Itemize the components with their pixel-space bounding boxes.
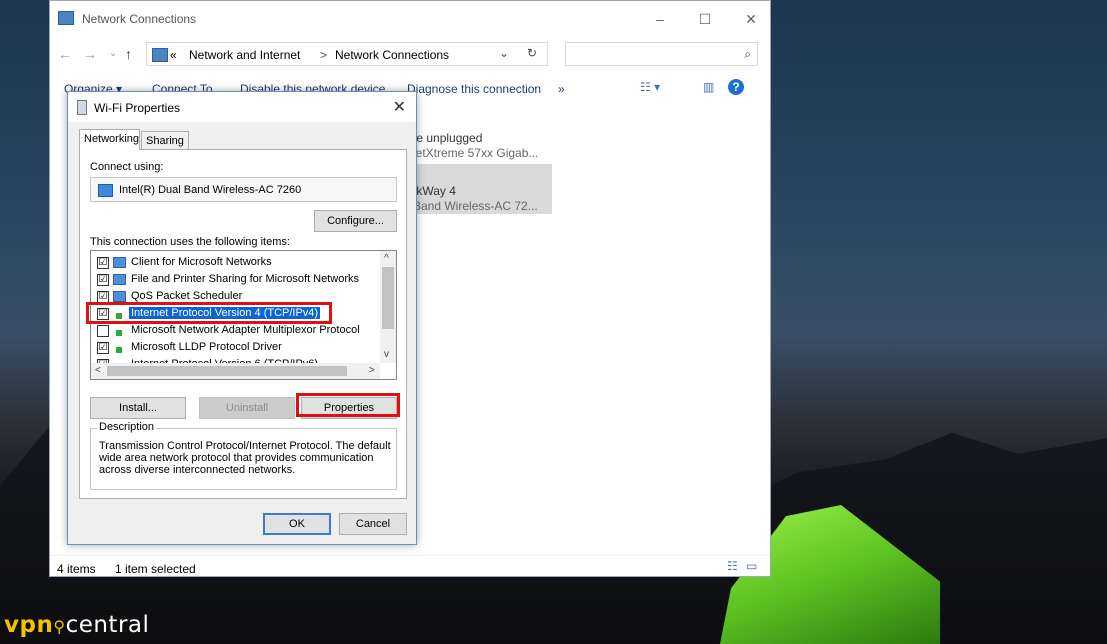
tab-networking[interactable]: Networking [79, 129, 140, 150]
item-count: 4 items [57, 562, 96, 576]
address-dropdown-chevron-icon[interactable]: ⌄ [499, 46, 509, 60]
breadcrumb-network-connections[interactable]: Network Connections [335, 48, 449, 62]
scroll-left-icon[interactable]: < [95, 365, 101, 376]
forward-arrow-icon[interactable]: → [83, 46, 97, 62]
description-text: Transmission Control Protocol/Internet P… [99, 440, 391, 476]
list-item[interactable]: ☑ Client for Microsoft Networks [97, 254, 381, 271]
wifi-device: l Band Wireless-AC 72... [407, 199, 538, 213]
scroll-up-icon[interactable]: ^ [384, 253, 389, 264]
address-bar[interactable]: « Network and Internet > Network Connect… [146, 42, 548, 66]
ethernet-status[interactable]: ble unplugged [407, 131, 482, 145]
tab-sharing[interactable]: Sharing [141, 131, 189, 149]
more-commands-button[interactable]: » [558, 82, 565, 96]
horizontal-scrollbar[interactable]: < > [91, 363, 380, 379]
item-label: Client for Microsoft Networks [131, 256, 272, 268]
horizontal-scroll-thumb[interactable] [107, 366, 347, 376]
network-client-icon [113, 274, 126, 285]
list-item[interactable]: ☑ Microsoft LLDP Protocol Driver [97, 339, 381, 356]
logo-central: central [65, 612, 150, 638]
adapter-field: Intel(R) Dual Band Wireless-AC 7260 [90, 177, 397, 202]
diagnose-button[interactable]: Diagnose this connection [407, 82, 541, 96]
recent-chevron-icon[interactable]: ⌄ [109, 48, 117, 59]
breadcrumb-overflow[interactable]: « [170, 48, 177, 62]
logo-vpn: vpn [4, 612, 54, 638]
item-checkbox[interactable]: ☑ [97, 274, 109, 286]
scroll-right-icon[interactable]: > [369, 365, 375, 376]
item-label: QoS Packet Scheduler [131, 290, 243, 302]
network-connections-icon [58, 11, 74, 25]
explorer-titlebar: Network Connections – ☐ ✕ [50, 1, 770, 37]
ipv4-highlight-box [86, 302, 332, 324]
search-input[interactable]: ⌕ [565, 42, 758, 66]
items-label: This connection uses the following items… [90, 236, 290, 248]
connect-using-label: Connect using: [90, 161, 164, 173]
dialog-title: Wi-Fi Properties [94, 101, 181, 115]
configure-button[interactable]: Configure... [314, 210, 397, 232]
logo-pin-icon: ⚲ [53, 617, 66, 636]
ethernet-device: NetXtreme 57xx Gigab... [407, 146, 539, 160]
network-client-icon [113, 257, 126, 268]
help-icon[interactable]: ? [728, 79, 744, 95]
vpncentral-logo: vpn⚲central [4, 612, 149, 638]
list-item[interactable]: Microsoft Network Adapter Multiplexor Pr… [97, 322, 381, 339]
explorer-title: Network Connections [82, 12, 197, 26]
network-client-icon [113, 291, 126, 302]
item-label: Microsoft Network Adapter Multiplexor Pr… [131, 324, 360, 336]
description-legend: Description [97, 421, 157, 433]
status-bar: 4 items 1 item selected ☷ ▭ [50, 555, 770, 578]
item-checkbox[interactable] [97, 325, 109, 337]
item-label: Microsoft LLDP Protocol Driver [131, 341, 282, 353]
properties-highlight-box [296, 393, 400, 417]
breadcrumb-separator: > [320, 48, 328, 62]
selected-count: 1 item selected [115, 562, 196, 576]
change-view-icon[interactable]: ☷ ▾ [640, 80, 660, 94]
up-arrow-icon[interactable]: ↑ [125, 46, 132, 62]
breadcrumb-network-and-internet[interactable]: Network and Internet [189, 48, 300, 62]
protocol-icon [113, 347, 125, 353]
address-row: ← → ⌄ ↑ « Network and Internet > Network… [50, 39, 770, 69]
network-adapter-icon [98, 184, 113, 197]
item-checkbox[interactable]: ☑ [97, 257, 109, 269]
preview-pane-icon[interactable]: ▥ [703, 80, 714, 94]
item-label: File and Printer Sharing for Microsoft N… [131, 273, 360, 285]
search-icon: ⌕ [744, 47, 751, 61]
control-panel-icon [152, 48, 168, 62]
vertical-scroll-thumb[interactable] [382, 267, 394, 329]
close-button[interactable]: ✕ [735, 7, 767, 31]
item-checkbox[interactable]: ☑ [97, 342, 109, 354]
minimize-button[interactable]: – [644, 7, 676, 31]
dialog-titlebar: Wi-Fi Properties ✕ [68, 92, 416, 122]
dialog-close-icon[interactable]: ✕ [393, 97, 406, 117]
cancel-button[interactable]: Cancel [339, 513, 407, 535]
install-button[interactable]: Install... [90, 397, 186, 419]
refresh-icon[interactable]: ↻ [527, 46, 537, 60]
scroll-down-icon[interactable]: v [384, 349, 389, 360]
back-arrow-icon[interactable]: ← [58, 46, 72, 62]
maximize-button[interactable]: ☐ [689, 7, 721, 31]
uninstall-button[interactable]: Uninstall [199, 397, 295, 419]
networking-panel: Connect using: Intel(R) Dual Band Wirele… [79, 149, 407, 499]
protocol-icon [113, 330, 125, 336]
vertical-scrollbar[interactable]: ^ v [380, 251, 396, 363]
list-item[interactable]: ☑ File and Printer Sharing for Microsoft… [97, 271, 381, 288]
details-view-icon[interactable]: ☷ [727, 559, 738, 573]
large-icons-view-icon[interactable]: ▭ [746, 559, 757, 573]
ok-button[interactable]: OK [263, 513, 331, 535]
wifi-adapter-icon [77, 100, 87, 115]
description-group: Description Transmission Control Protoco… [90, 421, 397, 490]
adapter-name: Intel(R) Dual Band Wireless-AC 7260 [119, 184, 302, 196]
